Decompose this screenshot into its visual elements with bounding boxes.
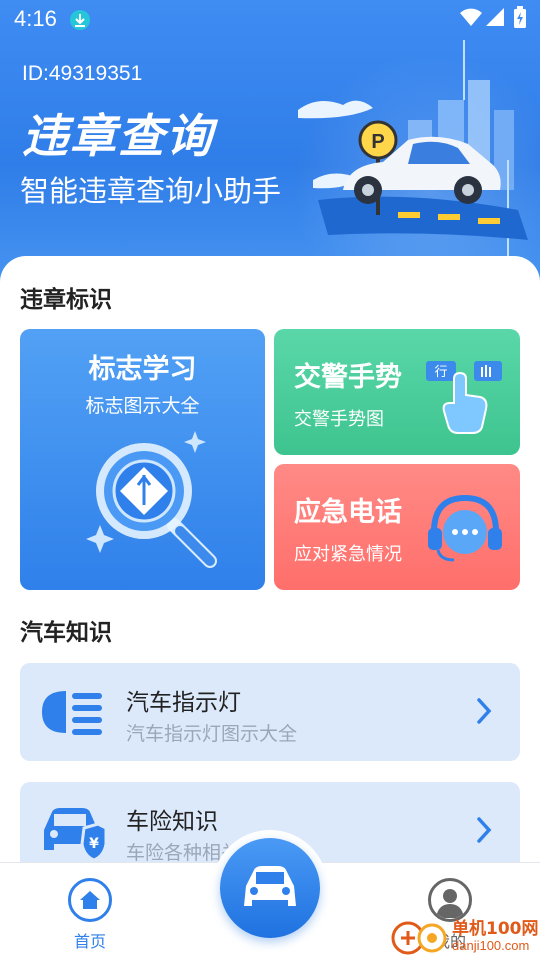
sign-learning-subtitle: 标志图示大全 [85,395,200,417]
svg-text:¥: ¥ [89,836,99,852]
watermark-url: danji100.com [452,938,530,953]
wifi-icon [460,8,482,26]
emergency-call-card[interactable]: 应急电话 应对紧急情况 [274,464,520,590]
watermark: 单机100网 danji100.com [390,912,540,960]
nav-home-label: 首页 [73,932,106,951]
headlight-icon [42,691,102,735]
traffic-gesture-subtitle: 交警手势图 [294,409,384,430]
home-icon [68,878,112,922]
battery-icon [514,6,526,28]
emergency-call-subtitle: 应对紧急情况 [294,544,402,565]
sign-learning-card[interactable]: 标志学习 标志图示大全 [20,329,265,590]
status-bar: 4:16 [0,0,540,40]
traffic-gesture-card[interactable]: 交警手势 交警手势图 行 [274,329,520,455]
hero-subtitle: 智能违章查询小助手 [20,174,282,208]
traffic-gesture-title: 交警手势 [294,362,402,393]
sign-learning-title: 标志学习 [88,354,197,385]
section-title-violation: 违章标识 [20,287,112,313]
hand-gesture-icon: 行 [426,361,502,434]
list-item-subtitle: 汽车指示灯图示大全 [126,723,298,745]
svg-text:P: P [371,131,384,153]
car-parking-illustration: P [298,40,528,260]
svg-text:行: 行 [434,365,447,380]
car-insurance-icon: ¥ [44,808,108,862]
hero-title: 违章查询 [22,109,214,163]
section-title-car: 汽车知识 [20,620,112,646]
emergency-call-title: 应急电话 [294,497,402,528]
magnifier-sign-icon [86,431,217,568]
list-item-title: 汽车指示灯 [126,690,241,716]
hero-banner: 4:16 ID:49319351 违章查询 智能违章查询小助手 P [0,0,540,300]
car-icon [244,866,296,906]
chevron-right-icon [477,817,492,843]
user-id: ID:49319351 [22,62,143,85]
list-item-indicator-lights[interactable]: 汽车指示灯 汽车指示灯图示大全 [20,663,520,761]
watermark-text: 单机100网 [452,919,539,939]
status-time: 4:16 [14,6,57,31]
headset-chat-icon [428,494,502,562]
list-item-title: 车险知识 [126,809,218,835]
download-icon [70,10,90,30]
watermark-logo-icon [391,921,447,955]
cellular-icon [486,8,504,26]
center-car-button[interactable] [220,838,320,938]
chevron-right-icon [477,698,492,724]
nav-tab-home[interactable]: 首页 [60,878,120,954]
